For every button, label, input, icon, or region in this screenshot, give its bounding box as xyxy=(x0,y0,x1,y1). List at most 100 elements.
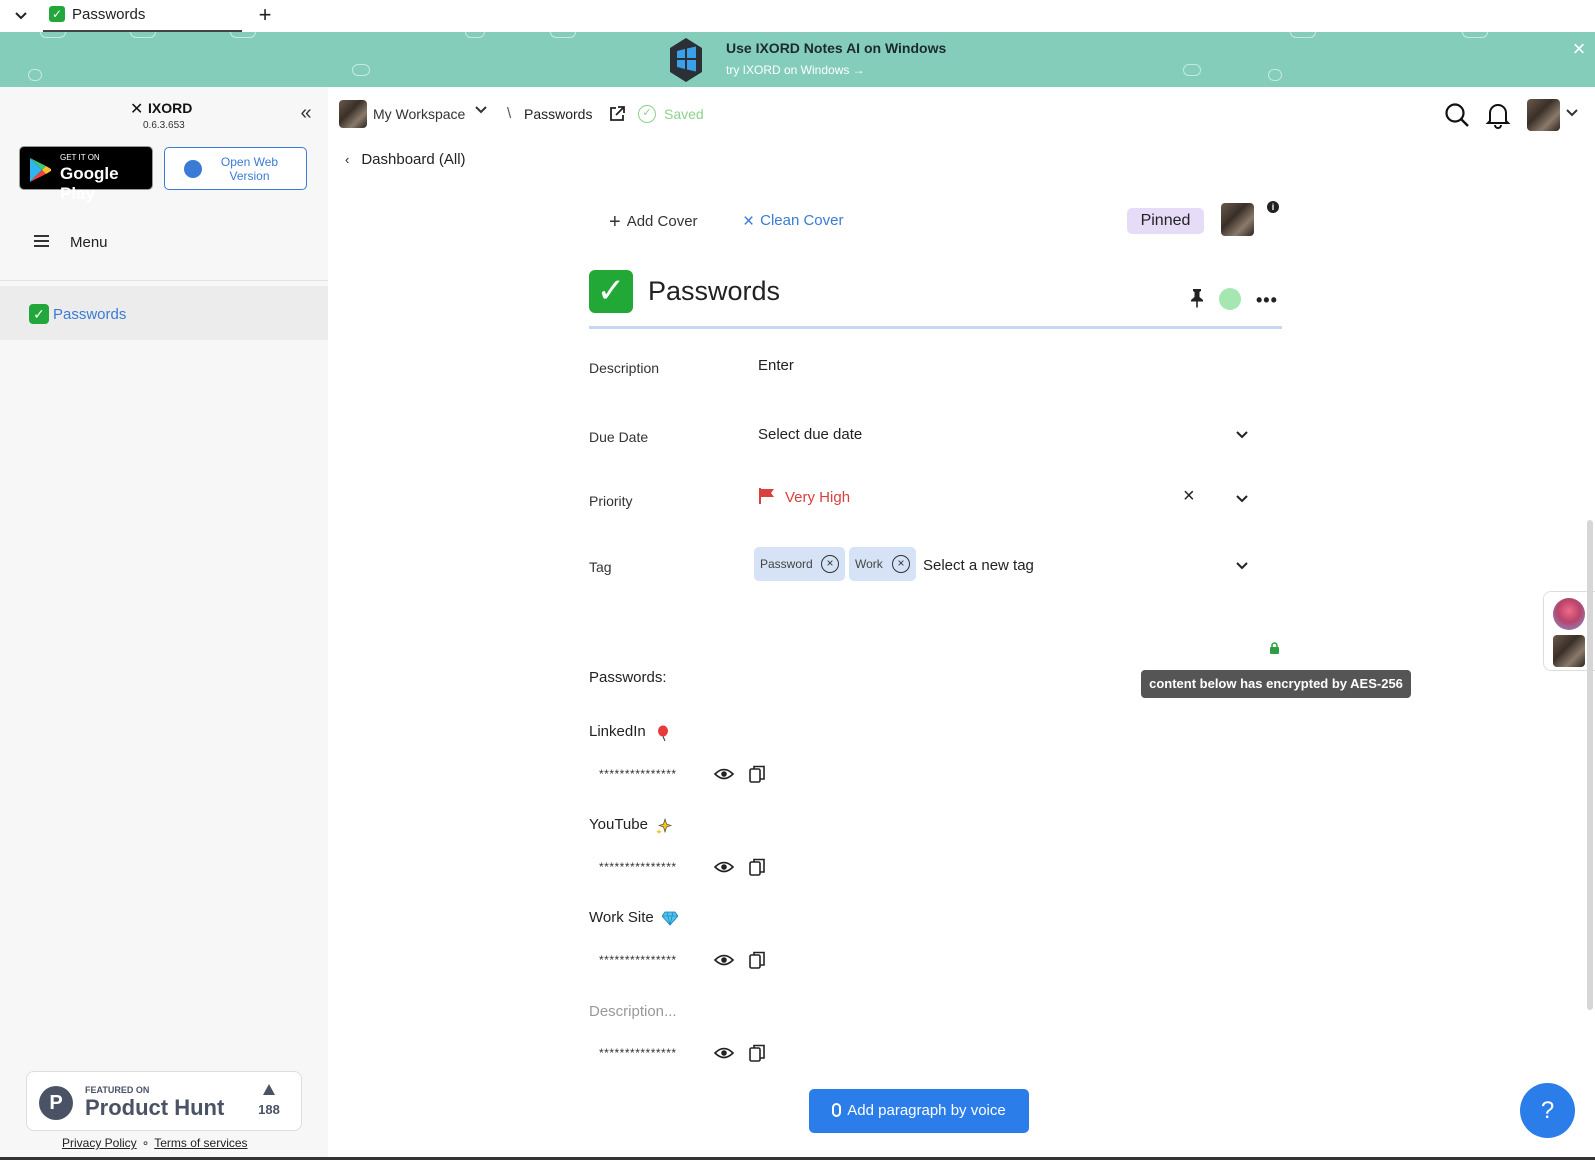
status-dot[interactable] xyxy=(1219,288,1241,310)
search-icon[interactable] xyxy=(1444,102,1470,128)
clear-priority-icon[interactable]: × xyxy=(1183,486,1195,506)
tab-passwords[interactable]: ✓ Passwords xyxy=(43,0,242,32)
check-emoji-icon: ✓ xyxy=(49,6,65,22)
workspace-avatar[interactable] xyxy=(339,100,367,128)
title-divider xyxy=(589,326,1282,329)
menu-button[interactable]: Menu xyxy=(30,229,300,257)
add-cover-button[interactable]: + Add Cover xyxy=(609,211,698,234)
copy-icon[interactable] xyxy=(749,951,765,969)
hamburger-icon xyxy=(34,235,49,247)
banner-decoration xyxy=(1268,69,1282,81)
banner-decoration xyxy=(1462,32,1488,38)
workspace-name[interactable]: My Workspace xyxy=(373,106,465,122)
google-play-button[interactable]: GET IT ON Google Play xyxy=(19,146,153,203)
note-title[interactable]: Passwords xyxy=(648,276,780,307)
eye-icon[interactable] xyxy=(714,953,734,967)
chevron-down-icon[interactable] xyxy=(1234,491,1250,507)
owner-avatar[interactable] xyxy=(1221,203,1254,236)
password-entry-label[interactable]: YouTube xyxy=(589,816,648,833)
info-icon[interactable]: i xyxy=(1267,201,1279,213)
sidebar: ✕ IXORD 0.6.3.653 « GET IT ON Google Pla… xyxy=(0,87,328,1160)
open-web-version-button[interactable]: Open Web Version xyxy=(164,147,307,190)
ph-upvote-count: 188 xyxy=(258,1102,280,1117)
add-paragraph-by-voice-button[interactable]: Add paragraph by voice xyxy=(809,1089,1029,1133)
divider xyxy=(0,280,328,281)
password-value: *************** xyxy=(599,953,677,967)
clean-cover-label: Clean Cover xyxy=(760,212,844,229)
clean-cover-button[interactable]: × Clean Cover xyxy=(743,211,843,233)
gem-icon xyxy=(662,911,678,926)
banner-decoration xyxy=(230,32,256,38)
gplay-small-text: GET IT ON xyxy=(60,153,100,162)
password-value: *************** xyxy=(599,767,677,781)
microphone-icon xyxy=(832,1103,842,1117)
password-value: *************** xyxy=(599,1046,677,1060)
tag-select[interactable]: Select a new tag xyxy=(923,557,1034,574)
chevron-down-icon[interactable] xyxy=(1234,558,1250,574)
check-emoji-icon[interactable]: ✓ xyxy=(589,270,633,313)
sidebar-item-passwords[interactable]: ✓ Passwords xyxy=(0,286,328,340)
priority-select[interactable]: Very High xyxy=(785,489,850,506)
tag-chip[interactable]: Work × xyxy=(849,547,916,581)
pinned-badge: Pinned xyxy=(1127,208,1204,234)
copy-icon[interactable] xyxy=(749,858,765,876)
tab-label: Passwords xyxy=(72,6,146,23)
entry-description-placeholder[interactable]: Description... xyxy=(589,1003,677,1020)
password-entry-label[interactable]: Work Site xyxy=(589,909,654,926)
more-options-icon[interactable]: ••• xyxy=(1256,290,1278,311)
product-hunt-badge[interactable]: P FEATURED ON Product Hunt 188 xyxy=(26,1071,302,1131)
back-to-dashboard-link[interactable]: ‹ Dashboard (All) xyxy=(345,151,466,168)
ixord-logo-icon: ✕ xyxy=(130,101,144,118)
eye-icon[interactable] xyxy=(714,860,734,874)
open-external-icon[interactable] xyxy=(608,105,626,123)
copy-icon[interactable] xyxy=(749,1044,765,1062)
remove-tag-icon[interactable]: × xyxy=(821,555,839,573)
saved-check-icon: ✓ xyxy=(638,105,656,123)
password-value: *************** xyxy=(599,860,677,874)
priority-label: Priority xyxy=(589,493,633,509)
privacy-policy-link[interactable]: Privacy Policy xyxy=(62,1136,137,1150)
terms-link[interactable]: Terms of services xyxy=(154,1136,247,1150)
user-avatar[interactable] xyxy=(1527,99,1560,131)
due-date-label: Due Date xyxy=(589,429,649,445)
tag-chip-label: Password xyxy=(760,557,813,571)
eye-icon[interactable] xyxy=(714,767,734,781)
help-button[interactable]: ? xyxy=(1520,1083,1575,1138)
ph-name: Product Hunt xyxy=(85,1095,225,1120)
banner-decoration xyxy=(550,32,576,38)
chevron-down-icon[interactable] xyxy=(474,103,488,117)
encryption-tooltip: content below has encrypted by AES-256 xyxy=(1141,670,1411,698)
collaborator-avatar[interactable] xyxy=(1553,598,1585,630)
remove-tag-icon[interactable]: × xyxy=(892,555,910,573)
lock-icon[interactable] xyxy=(1269,642,1280,654)
windows-logo-icon xyxy=(670,38,702,82)
close-icon: × xyxy=(743,211,755,232)
close-icon[interactable]: × xyxy=(1570,38,1588,60)
sidebar-item-label: Passwords xyxy=(53,306,127,323)
new-tab-button[interactable]: + xyxy=(254,4,276,26)
pin-icon[interactable] xyxy=(1190,288,1204,308)
brand-name: IXORD xyxy=(148,100,193,116)
bell-icon[interactable] xyxy=(1485,101,1511,129)
collapse-sidebar-button[interactable]: « xyxy=(296,103,316,123)
password-entry-label[interactable]: LinkedIn xyxy=(589,723,646,740)
banner-decoration xyxy=(352,64,370,76)
collaborator-avatar[interactable] xyxy=(1553,635,1585,667)
due-date-select[interactable]: Select due date xyxy=(758,426,862,443)
upvote-icon xyxy=(263,1084,275,1095)
chevron-down-icon[interactable] xyxy=(1565,106,1579,120)
google-play-icon xyxy=(30,158,51,182)
add-cover-label: Add Cover xyxy=(626,213,698,230)
banner-link[interactable]: try IXORD on Windows → xyxy=(726,63,865,77)
copy-icon[interactable] xyxy=(749,765,765,783)
passwords-heading: Passwords: xyxy=(589,669,667,686)
description-input[interactable]: Enter xyxy=(758,357,794,374)
chevron-down-icon[interactable] xyxy=(12,6,30,24)
eye-icon[interactable] xyxy=(714,1046,734,1060)
plus-icon: + xyxy=(609,211,621,233)
scrollbar[interactable] xyxy=(1587,520,1593,1010)
tag-chip[interactable]: Password × xyxy=(754,547,845,581)
banner-decoration xyxy=(28,69,42,81)
ph-featured-text: FEATURED ON xyxy=(85,1085,150,1095)
chevron-down-icon[interactable] xyxy=(1234,427,1250,443)
